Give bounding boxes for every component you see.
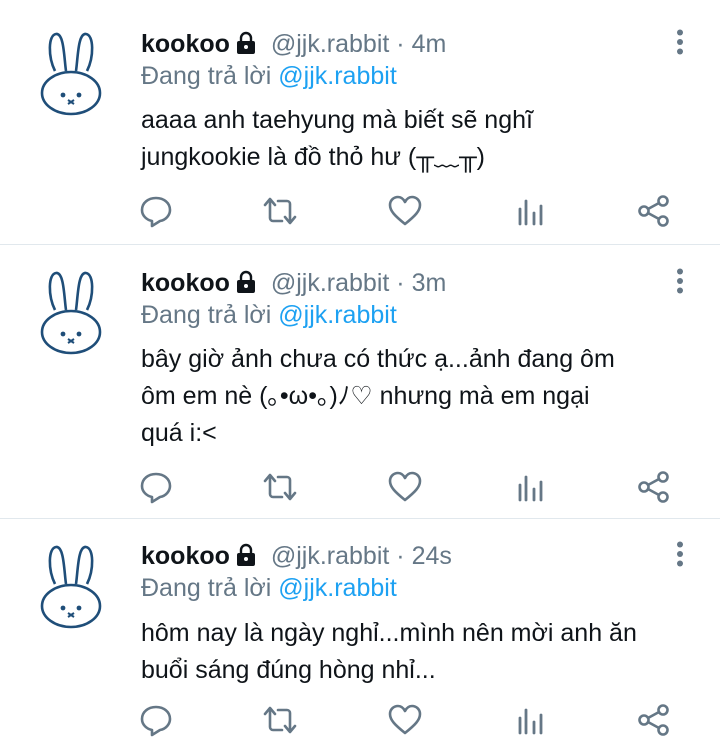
- replying-to-label: Đang trả lời: [141, 301, 272, 329]
- display-name[interactable]: kookoo: [141, 269, 230, 297]
- tweet-text-line: buổi sáng đúng hòng nhỉ...: [141, 656, 436, 684]
- replying-to: Đang trả lời @jjk.rabbit: [141, 61, 397, 91]
- tweet-text: bây giờ ảnh chưa có thức ạ...ảnh đang ôm…: [141, 341, 701, 452]
- retweet-icon[interactable]: [263, 703, 297, 737]
- tweet[interactable]: kookoo @jjk.rabbit · 4m Đang trả lời @jj…: [0, 0, 720, 244]
- replying-to: Đang trả lời @jjk.rabbit: [141, 300, 397, 330]
- timestamp[interactable]: 3m: [412, 269, 447, 297]
- timestamp[interactable]: 24s: [412, 542, 452, 570]
- reply-icon[interactable]: [139, 703, 173, 737]
- tweet-header: kookoo @jjk.rabbit · 24s: [141, 541, 452, 571]
- more-vertical-icon[interactable]: [676, 29, 684, 55]
- user-handle[interactable]: @jjk.rabbit: [271, 30, 389, 58]
- display-name[interactable]: kookoo: [141, 30, 230, 58]
- tweet-text-line: bây giờ ảnh chưa có thức ạ...ảnh đang ôm: [141, 345, 615, 373]
- heart-icon[interactable]: [388, 470, 422, 504]
- analytics-icon[interactable]: [513, 470, 547, 504]
- share-icon[interactable]: [637, 703, 671, 737]
- analytics-icon[interactable]: [513, 703, 547, 737]
- share-icon[interactable]: [637, 470, 671, 504]
- reply-icon[interactable]: [139, 470, 173, 504]
- separator-dot: ·: [396, 542, 405, 570]
- tweet-text: aaaa anh taehyung mà biết sẽ nghĩ jungko…: [141, 102, 701, 176]
- replying-to-label: Đang trả lời: [141, 62, 272, 90]
- tweet-actions: [0, 194, 720, 228]
- user-handle[interactable]: @jjk.rabbit: [271, 269, 389, 297]
- lock-icon: [236, 543, 255, 566]
- retweet-icon[interactable]: [263, 470, 297, 504]
- user-handle[interactable]: @jjk.rabbit: [271, 542, 389, 570]
- replying-to: Đang trả lời @jjk.rabbit: [141, 573, 397, 603]
- lock-icon: [236, 31, 255, 54]
- reply-icon[interactable]: [139, 194, 173, 228]
- separator-dot: ·: [396, 269, 405, 297]
- lock-icon: [236, 270, 255, 293]
- timestamp[interactable]: 4m: [412, 30, 447, 58]
- rabbit-avatar-icon[interactable]: [38, 29, 104, 117]
- tweet-header: kookoo @jjk.rabbit · 3m: [141, 268, 446, 298]
- more-vertical-icon[interactable]: [676, 541, 684, 567]
- replying-to-label: Đang trả lời: [141, 574, 272, 602]
- heart-icon[interactable]: [388, 194, 422, 228]
- tweet-text-line: quá i:<: [141, 419, 217, 447]
- rabbit-avatar-icon[interactable]: [38, 268, 104, 356]
- tweet-text-line: aaaa anh taehyung mà biết sẽ nghĩ: [141, 106, 533, 134]
- more-vertical-icon[interactable]: [676, 268, 684, 294]
- tweet-actions: [0, 470, 720, 504]
- tweet-text: hôm nay là ngày nghỉ...mình nên mời anh …: [141, 615, 701, 689]
- tweet-text-line: hôm nay là ngày nghỉ...mình nên mời anh …: [141, 619, 637, 647]
- display-name[interactable]: kookoo: [141, 542, 230, 570]
- separator-dot: ·: [396, 30, 405, 58]
- tweet-actions: [0, 703, 720, 737]
- share-icon[interactable]: [637, 194, 671, 228]
- tweet-text-line: jungkookie là đồ thỏ hư (╥﹏╥): [141, 143, 485, 171]
- analytics-icon[interactable]: [513, 194, 547, 228]
- rabbit-avatar-icon[interactable]: [38, 542, 104, 630]
- tweet[interactable]: kookoo @jjk.rabbit · 24s Đang trả lời @j…: [0, 518, 720, 747]
- tweet[interactable]: kookoo @jjk.rabbit · 3m Đang trả lời @jj…: [0, 244, 720, 518]
- tweet-text-line: ôm em nè (｡•ω•｡)ﾉ♡ nhưng mà em ngại: [141, 382, 590, 410]
- reply-mention-link[interactable]: @jjk.rabbit: [278, 574, 396, 602]
- reply-mention-link[interactable]: @jjk.rabbit: [278, 62, 396, 90]
- tweet-feed: kookoo @jjk.rabbit · 4m Đang trả lời @jj…: [0, 0, 720, 747]
- tweet-header: kookoo @jjk.rabbit · 4m: [141, 29, 446, 59]
- heart-icon[interactable]: [388, 703, 422, 737]
- reply-mention-link[interactable]: @jjk.rabbit: [278, 301, 396, 329]
- retweet-icon[interactable]: [263, 194, 297, 228]
